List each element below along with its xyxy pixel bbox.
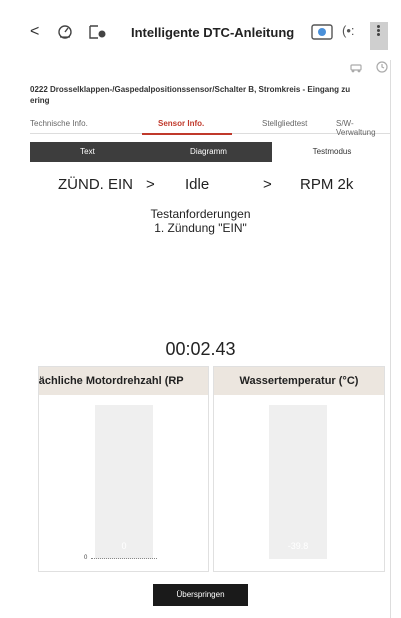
skip-button[interactable]: Überspringen bbox=[153, 584, 248, 606]
coolant-temp-value: -39.8 bbox=[287, 541, 309, 551]
subtab-diagram[interactable]: Diagramm bbox=[145, 142, 272, 162]
axis-zero-label: 0 bbox=[84, 555, 88, 561]
active-tab-indicator bbox=[142, 133, 232, 135]
engine-rpm-value: 0 bbox=[121, 541, 127, 551]
tab-bar: Technische Info. Sensor Info. Stellglied… bbox=[30, 116, 390, 137]
vehicle-icon[interactable] bbox=[349, 60, 363, 74]
tab-sensor-info[interactable]: Sensor Info. bbox=[158, 119, 204, 128]
back-button[interactable]: < bbox=[30, 22, 39, 42]
test-request-step: 1. Zündung "EIN" bbox=[154, 221, 247, 235]
test-timer: 00:02.43 bbox=[165, 339, 236, 359]
sequence-step-ignition-on: ZÜND. EIN bbox=[58, 176, 133, 193]
subtab-test-mode[interactable]: Testmodus bbox=[272, 142, 392, 162]
tab-technical-info[interactable]: Technische Info. bbox=[30, 119, 88, 128]
app-header: < Intelligente DTC-Anleitung (•: bbox=[0, 0, 389, 74]
tab-software-management[interactable]: S/W-Verwaltung bbox=[336, 119, 390, 137]
sequence-arrow: > bbox=[146, 176, 155, 193]
more-button[interactable] bbox=[370, 22, 388, 50]
axis-baseline bbox=[91, 558, 157, 559]
gauge-icon[interactable] bbox=[56, 23, 74, 41]
subtab-text[interactable]: Text bbox=[30, 142, 145, 162]
engine-rpm-bar-track: 0 bbox=[95, 405, 153, 559]
camera-icon[interactable] bbox=[311, 22, 335, 42]
engine-rpm-title: tsächliche Motordrehzahl (RP bbox=[39, 367, 208, 395]
view-mode-tabs: Text Diagramm Testmodus bbox=[30, 142, 392, 162]
coolant-temp-bar-track: -39.8 bbox=[269, 405, 327, 559]
refresh-icon[interactable] bbox=[375, 60, 389, 74]
dtc-description: 0222 Drosselklappen-/Gaspedalpositionsse… bbox=[30, 85, 351, 105]
sequence-step-idle: Idle bbox=[185, 176, 210, 193]
coolant-temp-title: Wassertemperatur (°C) bbox=[214, 367, 384, 395]
more-icon bbox=[377, 25, 380, 36]
record-icon[interactable] bbox=[88, 23, 108, 41]
sequence-arrow: > bbox=[263, 176, 272, 193]
sequence-step-rpm: RPM 2k bbox=[300, 176, 354, 193]
scrollbar-track[interactable] bbox=[390, 60, 391, 618]
coolant-temp-panel: Wassertemperatur (°C) -39.8 bbox=[213, 366, 385, 572]
page-title: Intelligente DTC-Anleitung bbox=[131, 25, 295, 40]
tab-actuator-test[interactable]: Stellgliedtest bbox=[262, 119, 307, 128]
engine-rpm-panel: tsächliche Motordrehzahl (RP 0 bbox=[38, 366, 209, 572]
test-request: Testanforderungen 1. Zündung "EIN" bbox=[0, 207, 401, 235]
test-request-title: Testanforderungen bbox=[150, 207, 251, 221]
signal-icon[interactable]: (•: bbox=[342, 23, 355, 38]
